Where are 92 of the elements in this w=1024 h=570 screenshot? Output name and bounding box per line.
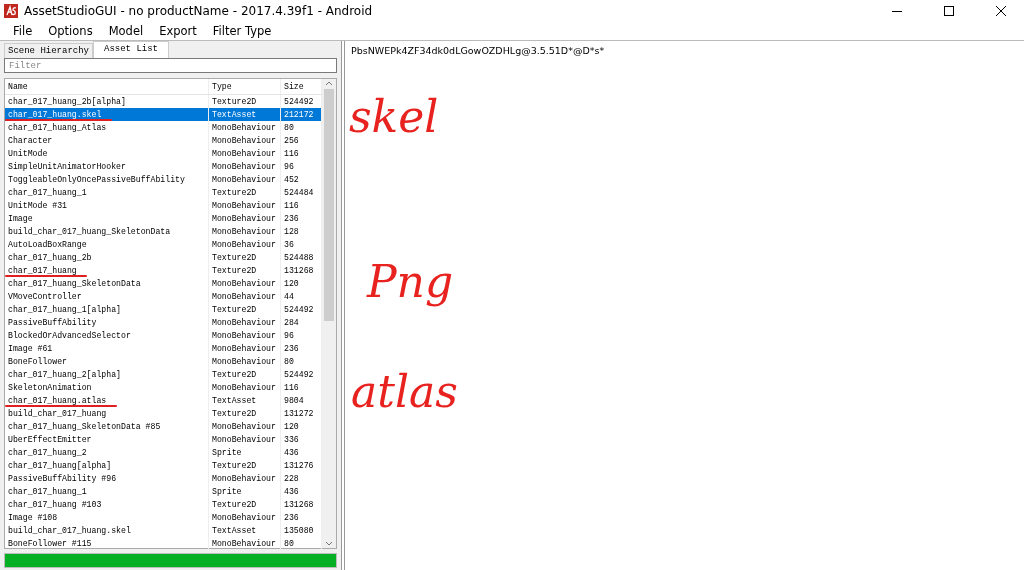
table-cell: Texture2D [209,264,281,277]
table-cell: MonoBehaviour [209,355,281,368]
table-cell: Image [5,212,209,225]
table-cell: Sprite [209,446,281,459]
table-cell: PassiveBuffAbility #96 [5,472,209,485]
table-cell: char_017_huang_SkeletonData #85 [5,420,209,433]
table-cell: Texture2D [209,407,281,420]
app-icon [4,4,18,18]
table-cell: MonoBehaviour [209,147,281,160]
table-cell: MonoBehaviour [209,212,281,225]
table-cell: Texture2D [209,186,281,199]
table-cell: build_char_017_huang_SkeletonData [5,225,209,238]
handwritten-note: skel [349,91,439,142]
maximize-icon [944,6,954,16]
menu-item[interactable]: Export [152,24,204,38]
scrollbar[interactable] [322,79,336,548]
table-cell: MonoBehaviour [209,290,281,303]
table-cell: char_017_huang_2[alpha] [5,368,209,381]
table-cell: MonoBehaviour [209,277,281,290]
table-cell: MonoBehaviour [209,238,281,251]
table-cell: MonoBehaviour [209,329,281,342]
table-cell: MonoBehaviour [209,121,281,134]
table-cell: char_017_huang[alpha] [5,459,209,472]
handwritten-note: atlas [351,366,458,417]
table-cell: char_017_huang_2b [5,251,209,264]
table-cell: BlockedOrAdvancedSelector [5,329,209,342]
scroll-down-icon[interactable] [325,540,333,548]
table-cell: Texture2D [209,368,281,381]
table-cell: Texture2D [209,498,281,511]
table-cell: MonoBehaviour [209,160,281,173]
table-cell: UnitMode [5,147,209,160]
column-header[interactable]: Type [209,79,281,94]
table-cell: SkeletonAnimation [5,381,209,394]
tab[interactable]: Asset List [93,41,170,58]
table-cell: MonoBehaviour [209,342,281,355]
table-cell: build_char_017_huang.skel [5,524,209,537]
scroll-up-icon[interactable] [325,79,333,87]
table-cell: MonoBehaviour [209,381,281,394]
table-cell: Image #61 [5,342,209,355]
asset-row[interactable]: char_017_huang.atlas TextAsset 9804 [5,394,322,407]
table-cell: char_017_huang_1 [5,485,209,498]
column-header[interactable]: Name [5,79,209,94]
table-cell: VMoveController [5,290,209,303]
window-title: AssetStudioGUI - no productName - 2017.4.39f1 - Android [24,4,374,18]
table-cell: char_017_huang.skel [5,108,209,121]
table-cell: MonoBehaviour [209,537,281,550]
table-cell: Character [5,134,209,147]
table-cell: Texture2D [209,251,281,264]
asset-row[interactable]: char_017_huang Texture2D 131268 [5,264,322,277]
table-cell: char_017_huang.atlas [5,394,209,407]
table-cell: MonoBehaviour [209,225,281,238]
table-cell: char_017_huang [5,264,209,277]
table-cell: Texture2D [209,459,281,472]
table-cell: Sprite [209,485,281,498]
menu-item[interactable]: File [6,24,40,38]
table-cell: char_017_huang_Atlas [5,121,209,134]
table-cell: TextAsset [209,394,281,407]
table-cell: BoneFollower #115 [5,537,209,550]
table-cell: char_017_huang #103 [5,498,209,511]
table-cell: MonoBehaviour [209,134,281,147]
asset-row[interactable]: char_017_huang.skel TextAsset 212172 [5,108,322,121]
table-cell: BoneFollower [5,355,209,368]
table-cell: Image #108 [5,511,209,524]
table-cell: TextAsset [209,108,281,121]
table-cell: ToggleableOnlyOncePassiveBuffAbility [5,173,209,186]
table-cell: MonoBehaviour [209,173,281,186]
handwritten-note: Png [367,256,454,307]
table-cell: PassiveBuffAbility [5,316,209,329]
table-cell: char_017_huang_SkeletonData [5,277,209,290]
table-cell: char_017_huang_2 [5,446,209,459]
tab[interactable]: Scene Hierarchy [4,43,93,58]
table-cell: MonoBehaviour [209,316,281,329]
table-cell: UberEffectEmitter [5,433,209,446]
menu-item[interactable]: Options [41,24,100,38]
menu-item[interactable]: Filter Type [205,24,279,38]
table-cell: MonoBehaviour [209,433,281,446]
table-cell: MonoBehaviour [209,420,281,433]
table-cell: char_017_huang_1[alpha] [5,303,209,316]
menu-item[interactable]: Model [101,24,151,38]
table-cell: SimpleUnitAnimatorHooker [5,160,209,173]
table-cell: Texture2D [209,303,281,316]
table-cell: MonoBehaviour [209,472,281,485]
table-cell: MonoBehaviour [209,199,281,212]
table-cell: UnitMode #31 [5,199,209,212]
table-cell: AutoLoadBoxRange [5,238,209,251]
preview-text: PbsNWEPk4ZF34dk0dLGowOZDHLg@3.5.51D*@D*s* [351,45,606,56]
table-cell: TextAsset [209,524,281,537]
table-cell: build_char_017_huang [5,407,209,420]
table-cell: MonoBehaviour [209,511,281,524]
table-cell: char_017_huang_1 [5,186,209,199]
close-icon [996,6,1006,16]
filter-field[interactable]: Filter [4,58,337,73]
